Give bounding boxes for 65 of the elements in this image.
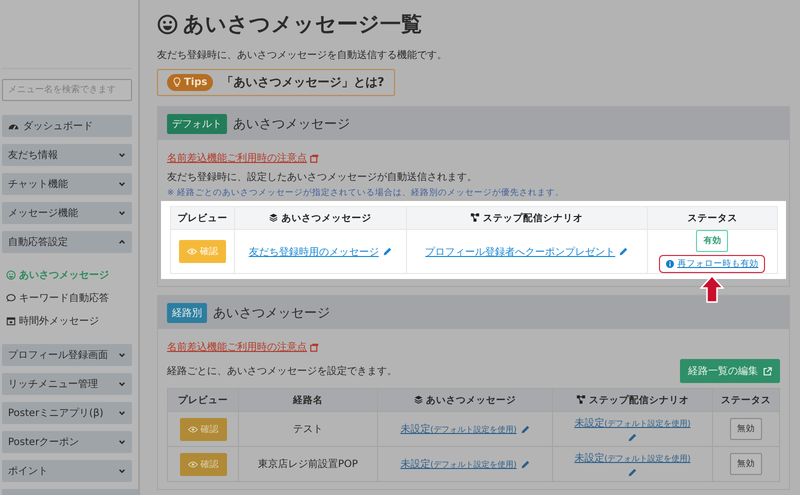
edit-routes-button[interactable]: 経路一覧の編集 [680, 359, 780, 383]
status-badge: 無効 [730, 418, 762, 440]
section-badge: デフォルト [167, 114, 227, 134]
pencil-icon [520, 460, 530, 468]
smile-icon [6, 270, 16, 280]
column-header: プレビュー [177, 212, 228, 224]
preview-button[interactable]: 確認 [180, 452, 227, 476]
status-badge: 有効 [696, 230, 728, 252]
eye-icon [188, 460, 198, 468]
eye-icon [188, 426, 198, 432]
column-header: あいさつメッセージ [426, 394, 516, 406]
refollow-link[interactable]: 再フォロー時も有効 [659, 255, 766, 273]
sidebar-item[interactable]: チャット機能 [2, 173, 132, 195]
pencil-icon [520, 424, 530, 434]
pencil-icon [628, 433, 637, 442]
sidebar-item[interactable]: ダッシュボード [2, 115, 132, 137]
table-cell: テスト [292, 424, 323, 435]
sidebar-item[interactable]: 友だち情報 [2, 144, 132, 166]
tips-badge: Tips [167, 74, 214, 91]
page-title: あいさつメッセージ一覧 [183, 11, 422, 38]
table-cell: 東京店レジ前設置POP [258, 459, 358, 470]
section-badge: 経路別 [167, 302, 207, 322]
column-header: ステップ配信シナリオ [588, 394, 689, 406]
section-note: ※ 経路ごとのあいさつメッセージが指定されている場合は、経路別のメッセージが優先されます。 [167, 187, 565, 199]
tips-link[interactable]: Tips 「あいさつメッセージ」とは? [157, 69, 396, 96]
pencil-icon [619, 247, 628, 256]
sidebar-item[interactable]: 自動応答設定 [2, 231, 132, 253]
status-badge: 無効 [730, 453, 762, 475]
pencil-icon [628, 468, 637, 477]
layers-icon [414, 394, 423, 404]
sidebar-subitem[interactable]: キーワード自動応答 [6, 291, 128, 305]
smile-icon [157, 14, 178, 34]
sidebar-item[interactable]: メッセージ機能 [2, 202, 132, 224]
column-header: あいさつメッセージ [281, 212, 372, 224]
window-icon [310, 154, 319, 162]
nodes-icon [470, 212, 480, 222]
nodes-icon [576, 394, 586, 404]
search-field[interactable]: メニュー名を検索できます [2, 79, 132, 101]
calendar-icon [6, 316, 16, 326]
sidebar-item[interactable]: プロフィール登録画面 [2, 344, 132, 366]
sidebar-item[interactable]: リッチメニュー管理 [2, 373, 132, 395]
section-title: あいさつメッセージ [233, 116, 350, 132]
column-header: 経路名 [292, 394, 323, 406]
pencil-icon [382, 247, 392, 256]
lightbulb-icon [173, 77, 181, 88]
preview-button[interactable]: 確認 [180, 418, 227, 440]
column-header: プレビュー [178, 394, 228, 406]
eye-icon [186, 248, 197, 255]
page-description: 友だち登録時に、あいさつメッセージを自動送信する機能です。 [157, 48, 448, 62]
column-header: ステップ配信シナリオ [483, 212, 584, 224]
layers-icon [269, 212, 278, 222]
section-title: あいさつメッセージ [213, 304, 330, 322]
section-description: 経路ごとに、あいさつメッセージを設定できます。 [167, 364, 397, 378]
info-icon [666, 260, 674, 268]
sidebar-item[interactable]: ポイント [2, 460, 132, 482]
sidebar-subitem[interactable]: 時間外メッセージ [6, 314, 128, 328]
window-icon [310, 342, 319, 352]
sidebar-item[interactable]: Posterミニアプリ(β) [2, 402, 132, 424]
external-link-icon [763, 366, 772, 376]
column-header: ステータス [687, 212, 738, 224]
chat-bubble-icon [6, 293, 16, 303]
sidebar-item[interactable]: Posterクーポン [2, 431, 132, 453]
tips-text: 「あいさつメッセージ」とは? [221, 74, 384, 91]
section-description: 友だち登録時に、設定したあいさつメッセージが自動送信されます。 [167, 170, 477, 184]
column-header: ステータス [720, 394, 771, 406]
